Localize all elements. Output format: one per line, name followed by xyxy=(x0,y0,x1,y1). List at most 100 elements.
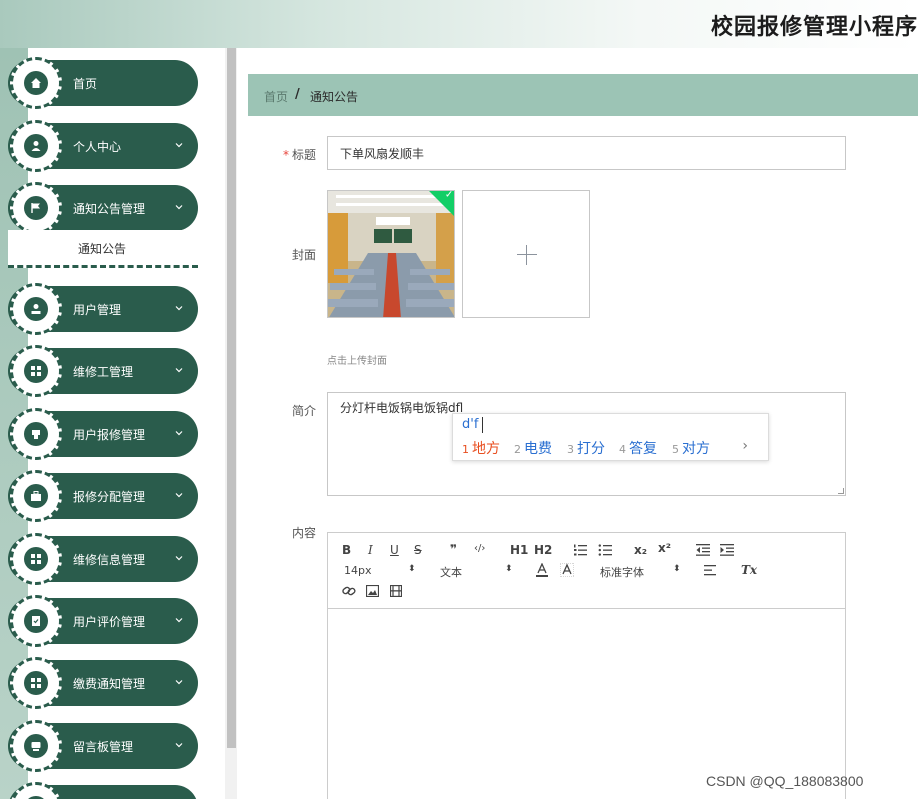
sidebar-icon-badge xyxy=(10,120,62,172)
select-arrows-icon: ⬍ xyxy=(505,564,513,574)
sidebar-item-user-repair-management[interactable]: 用户报修管理 xyxy=(8,408,198,460)
sidebar-scrollbar-thumb[interactable] xyxy=(227,48,236,748)
breadcrumb-home-link[interactable]: 首页 xyxy=(264,88,288,105)
chevron-down-icon xyxy=(175,143,183,148)
sidebar-item-label: 缴费通知管理 xyxy=(73,677,146,691)
breadcrumb: 首页 / 通知公告 xyxy=(248,74,918,116)
select-arrows-icon: ⬍ xyxy=(673,564,681,574)
cover-upload-button[interactable] xyxy=(462,190,590,318)
sidebar-icon-badge xyxy=(10,470,62,522)
classroom-photo xyxy=(328,191,454,317)
code-block-button[interactable]: ‹/› xyxy=(474,543,485,554)
sidebar-subitem-notice[interactable]: 通知公告 xyxy=(8,230,198,268)
sidebar-icon-badge xyxy=(10,345,62,397)
user-icon xyxy=(24,134,48,158)
editor-toolbar: B I U S ❞ ‹/› H1 H2 x₂ x² 14px ⬍ 文本 ⬍ 标准… xyxy=(328,533,845,609)
ime-next-page-icon[interactable]: › xyxy=(742,438,748,454)
grid-icon xyxy=(24,547,48,571)
ime-candidate-popup: d'f 1 地方 2 电费 3 打分 4 答复 5 对方 › xyxy=(452,413,769,461)
grid-icon xyxy=(24,671,48,695)
sidebar-icon-badge xyxy=(10,657,62,709)
bullet-list-icon[interactable] xyxy=(598,544,612,556)
sidebar-item-label: 维修信息管理 xyxy=(73,553,146,567)
bold-button[interactable]: B xyxy=(342,543,351,557)
italic-button[interactable]: I xyxy=(368,543,373,557)
home-icon xyxy=(24,71,48,95)
font-color-icon[interactable] xyxy=(536,563,548,577)
sidebar-item-user-review-management[interactable]: 用户评价管理 xyxy=(8,595,198,647)
flag-icon xyxy=(24,196,48,220)
sidebar-item-label: 用户评价管理 xyxy=(73,615,146,629)
sidebar-item-repairman-management[interactable]: 维修工管理 xyxy=(8,345,198,397)
ime-candidate[interactable]: 4 答复 xyxy=(619,438,657,458)
chevron-down-icon xyxy=(175,368,183,373)
underline-button[interactable]: U xyxy=(390,543,399,557)
check-icon: ✓ xyxy=(444,190,454,201)
sidebar-item-payment-notice-management[interactable]: 缴费通知管理 xyxy=(8,657,198,709)
sidebar-item-repair-info-management[interactable]: 维修信息管理 xyxy=(8,533,198,585)
sidebar-icon-badge xyxy=(10,533,62,585)
sidebar-item-user-management[interactable]: 用户管理 xyxy=(8,283,198,335)
title-input[interactable] xyxy=(327,136,846,170)
sidebar-item-label: 首页 xyxy=(73,77,98,91)
align-left-icon[interactable] xyxy=(704,565,716,576)
sidebar-item-label: 用户报修管理 xyxy=(73,428,146,442)
subscript-button[interactable]: x₂ xyxy=(634,543,647,557)
font-size-select[interactable]: 14px xyxy=(344,564,372,577)
briefcase-icon xyxy=(24,484,48,508)
sidebar-subitem-label: 通知公告 xyxy=(78,242,127,256)
plus-icon xyxy=(517,254,537,255)
sidebar-item-personal-center[interactable]: 个人中心 xyxy=(8,120,198,172)
sidebar-item-message-board-management[interactable]: 留言板管理 xyxy=(8,720,198,772)
ordered-list-icon[interactable] xyxy=(573,544,587,556)
ime-candidate[interactable]: 2 电费 xyxy=(514,438,552,458)
main-content: 首页 / 通知公告 *标题 封面 xyxy=(237,48,918,799)
image-icon[interactable] xyxy=(366,585,379,597)
header2-button[interactable]: H2 xyxy=(534,543,552,557)
sidebar-item-label: 个人中心 xyxy=(73,140,122,154)
app-header: 校园报修管理小程序 xyxy=(0,0,918,48)
sidebar-item-label: 用户管理 xyxy=(73,303,122,317)
sidebar-item-label: 维修工管理 xyxy=(73,365,134,379)
sidebar-item-next[interactable] xyxy=(8,782,198,799)
strike-button[interactable]: S xyxy=(414,543,422,557)
outdent-icon[interactable] xyxy=(696,544,710,556)
ime-candidate[interactable]: 3 打分 xyxy=(567,438,605,458)
chevron-down-icon xyxy=(175,743,183,748)
chevron-down-icon xyxy=(175,205,183,210)
title-label: * 标题 xyxy=(283,146,316,163)
select-arrows-icon: ⬍ xyxy=(408,564,416,574)
chevron-down-icon xyxy=(175,431,183,436)
chevron-down-icon xyxy=(175,680,183,685)
text-cursor xyxy=(482,417,483,433)
textarea-resize-handle[interactable] xyxy=(838,488,844,494)
clear-format-button[interactable]: Tx xyxy=(741,563,757,577)
sidebar-icon-badge xyxy=(10,182,62,234)
grid-icon xyxy=(24,359,48,383)
indent-icon[interactable] xyxy=(720,544,734,556)
blockquote-button[interactable]: ❞ xyxy=(450,542,457,556)
sidebar-item-label: 通知公告管理 xyxy=(73,202,146,216)
sidebar-item-label: 报修分配管理 xyxy=(73,490,146,504)
text-style-select[interactable]: 文本 xyxy=(440,564,462,580)
sidebar-item-repair-assignment-management[interactable]: 报修分配管理 xyxy=(8,470,198,522)
font-family-select[interactable]: 标准字体 xyxy=(600,564,644,580)
video-icon[interactable] xyxy=(390,585,402,597)
sidebar-item-home[interactable]: 首页 xyxy=(8,57,198,109)
content-label: 内容 xyxy=(292,526,317,540)
sidebar-item-label: 留言板管理 xyxy=(73,740,134,754)
breadcrumb-current: 通知公告 xyxy=(310,90,359,104)
sidebar-icon-badge xyxy=(10,408,62,460)
rich-text-editor: B I U S ❞ ‹/› H1 H2 x₂ x² 14px ⬍ 文本 ⬍ 标准… xyxy=(327,532,846,799)
ime-candidate[interactable]: 5 对方 xyxy=(672,438,710,458)
sidebar-item-notice-management[interactable]: 通知公告管理 xyxy=(8,182,198,234)
header1-button[interactable]: H1 xyxy=(510,543,528,557)
ime-candidate[interactable]: 1 地方 xyxy=(462,438,500,458)
background-color-icon[interactable] xyxy=(560,563,574,577)
sidebar: 首页 个人中心 通知公告管理 通知公告 用户管理 维修工管理 用户报修管理 报修… xyxy=(0,48,225,799)
link-icon[interactable] xyxy=(342,585,356,597)
superscript-button[interactable]: x² xyxy=(658,541,671,555)
cover-image-thumbnail[interactable]: ✓ xyxy=(327,190,455,318)
person-icon xyxy=(24,297,48,321)
cover-upload-hint: 点击上传封面 xyxy=(327,356,387,367)
